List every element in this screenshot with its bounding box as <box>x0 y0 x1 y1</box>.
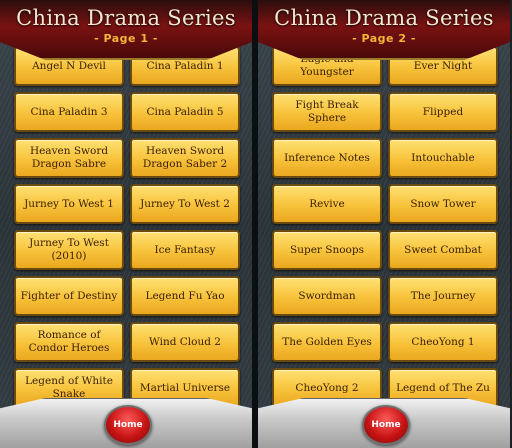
header-banner: China Drama Series - Page 2 - <box>258 0 510 60</box>
home-button[interactable]: Home <box>362 405 410 445</box>
drama-button[interactable]: Cina Paladin 5 <box>130 92 240 132</box>
drama-button[interactable]: Heaven Sword Dragon Saber 2 <box>130 138 240 178</box>
drama-button[interactable]: Fight Break Sphere <box>272 92 382 132</box>
drama-button[interactable]: Super Snoops <box>272 230 382 270</box>
drama-button[interactable]: Ice Fantasy <box>130 230 240 270</box>
page-number: - Page 2 - <box>352 32 416 45</box>
drama-button[interactable]: Sweet Combat <box>388 230 498 270</box>
header-banner: China Drama Series - Page 1 - <box>0 0 252 60</box>
footer-bar: Home <box>0 398 252 448</box>
drama-button[interactable]: The Journey <box>388 276 498 316</box>
page-number: - Page 1 - <box>94 32 158 45</box>
panel-page-1: Angel N Devil Cina Paladin 1 Cina Paladi… <box>0 0 252 448</box>
drama-button[interactable]: Cina Paladin 3 <box>14 92 124 132</box>
drama-grid: Eagle and Youngster Ever Night Fight Bre… <box>258 0 510 408</box>
drama-button[interactable]: Swordman <box>272 276 382 316</box>
drama-button[interactable]: Jurney To West 1 <box>14 184 124 224</box>
page-title: China Drama Series <box>16 6 236 30</box>
drama-button[interactable]: Inference Notes <box>272 138 382 178</box>
page-title: China Drama Series <box>274 6 494 30</box>
drama-button[interactable]: Jurney To West (2010) <box>14 230 124 270</box>
panel-page-2: Eagle and Youngster Ever Night Fight Bre… <box>258 0 510 448</box>
drama-button[interactable]: Snow Tower <box>388 184 498 224</box>
drama-button[interactable]: Fighter of Destiny <box>14 276 124 316</box>
drama-button[interactable]: Legend Fu Yao <box>130 276 240 316</box>
drama-grid: Angel N Devil Cina Paladin 1 Cina Paladi… <box>0 0 252 408</box>
home-button[interactable]: Home <box>104 405 152 445</box>
drama-button[interactable]: Revive <box>272 184 382 224</box>
drama-button[interactable]: Romance of Condor Heroes <box>14 322 124 362</box>
drama-button[interactable]: CheoYong 1 <box>388 322 498 362</box>
drama-button[interactable]: Heaven Sword Dragon Sabre <box>14 138 124 178</box>
footer-bar: Home <box>258 398 510 448</box>
drama-button[interactable]: Flipped <box>388 92 498 132</box>
drama-button[interactable]: Jurney To West 2 <box>130 184 240 224</box>
drama-button[interactable]: Wind Cloud 2 <box>130 322 240 362</box>
drama-button[interactable]: Intouchable <box>388 138 498 178</box>
drama-button[interactable]: The Golden Eyes <box>272 322 382 362</box>
